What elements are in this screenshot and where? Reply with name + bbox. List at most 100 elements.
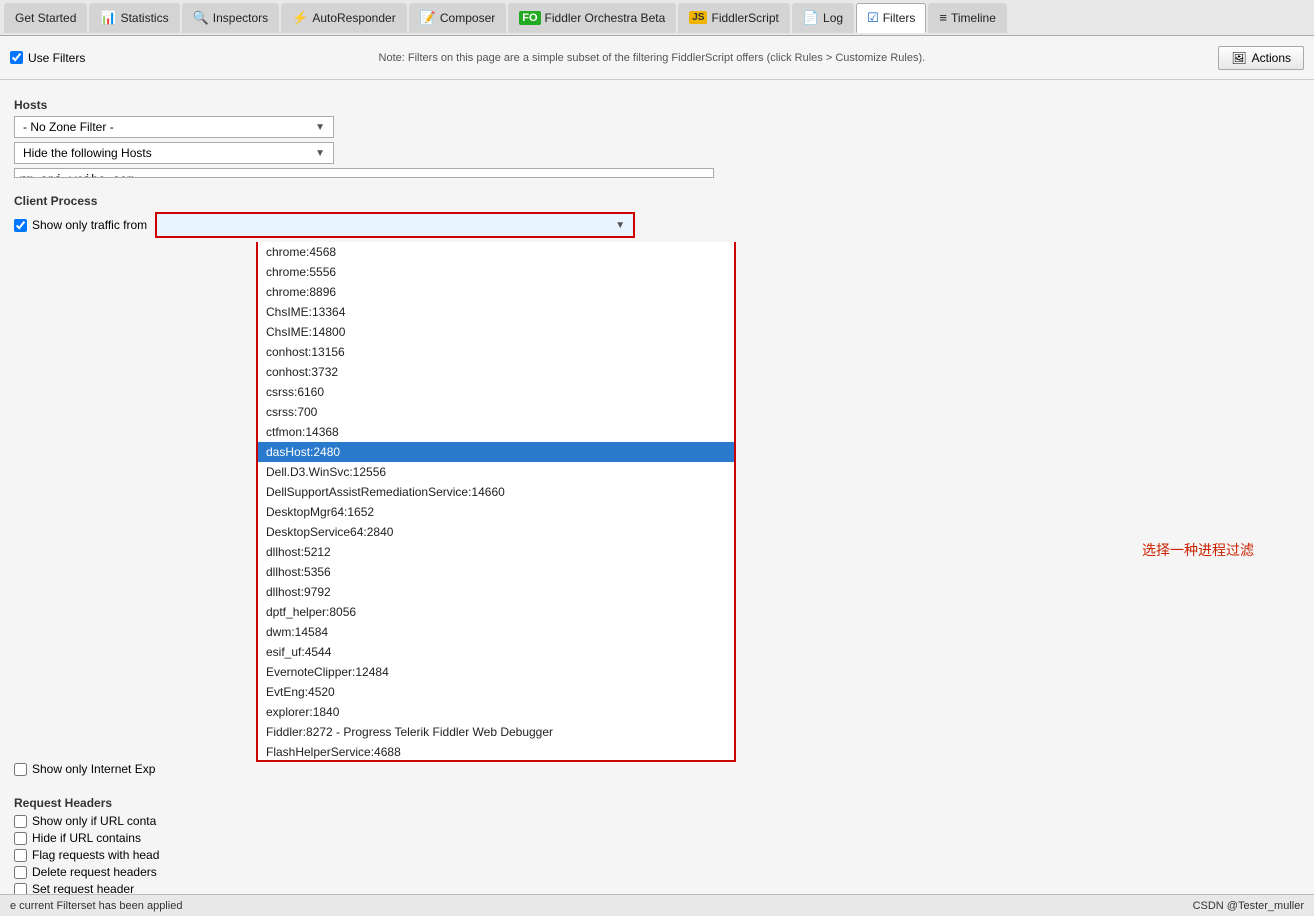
get-started-label: Get Started bbox=[15, 11, 76, 25]
status-bar: e current Filterset has been applied CSD… bbox=[0, 894, 1314, 916]
tab-inspectors[interactable]: 🔍 Inspectors bbox=[182, 3, 280, 33]
use-filters-checkbox[interactable] bbox=[10, 51, 23, 64]
inspectors-icon: 🔍 bbox=[193, 10, 209, 26]
log-icon: 📄 bbox=[803, 10, 819, 26]
autoresponder-icon: ⚡ bbox=[292, 10, 308, 26]
list-item[interactable]: FlashHelperService:4688 bbox=[258, 742, 734, 762]
list-item[interactable]: ChsIME:14800 bbox=[258, 322, 734, 342]
list-item[interactable]: DesktopMgr64:1652 bbox=[258, 502, 734, 522]
list-item[interactable]: dwm:14584 bbox=[258, 622, 734, 642]
fo-icon: FO bbox=[519, 11, 540, 25]
process-dropdown-list[interactable]: chrome:4568chrome:5556chrome:8896ChsIME:… bbox=[256, 242, 736, 762]
flag-requests-label: Flag requests with head bbox=[32, 848, 159, 862]
timeline-icon: ≡ bbox=[939, 10, 947, 25]
actions-label: Actions bbox=[1252, 51, 1291, 65]
tab-timeline[interactable]: ≡ Timeline bbox=[928, 3, 1007, 33]
filters-check-icon: ☑ bbox=[867, 10, 879, 26]
show-traffic-checkbox[interactable] bbox=[14, 219, 27, 232]
autoresponder-label: AutoResponder bbox=[312, 11, 395, 25]
list-item[interactable]: EvernoteClipper:12484 bbox=[258, 662, 734, 682]
use-filters-label[interactable]: Use Filters bbox=[10, 51, 85, 65]
flag-requests-row: Flag requests with head bbox=[14, 848, 1300, 862]
tab-bar: Get Started 📊 Statistics 🔍 Inspectors ⚡ … bbox=[0, 0, 1314, 36]
actions-button[interactable]: 🖼 Actions bbox=[1218, 46, 1304, 70]
url-contains-checkbox[interactable] bbox=[14, 815, 27, 828]
zone-filter-arrow-icon: ▼ bbox=[315, 122, 325, 133]
list-item[interactable]: Dell.D3.WinSvc:12556 bbox=[258, 462, 734, 482]
delete-headers-row: Delete request headers bbox=[14, 865, 1300, 879]
list-item[interactable]: csrss:700 bbox=[258, 402, 734, 422]
tab-get-started[interactable]: Get Started bbox=[4, 3, 87, 33]
dropdown-list-container: chrome:4568chrome:5556chrome:8896ChsIME:… bbox=[14, 242, 1300, 762]
list-item[interactable]: csrss:6160 bbox=[258, 382, 734, 402]
log-label: Log bbox=[823, 11, 843, 25]
list-item[interactable]: dllhost:5356 bbox=[258, 562, 734, 582]
list-item[interactable]: esif_uf:4544 bbox=[258, 642, 734, 662]
client-process-row: Show only traffic from ▼ bbox=[14, 212, 1300, 238]
ie-label: Show only Internet Exp bbox=[32, 762, 155, 776]
tab-filters[interactable]: ☑ Filters bbox=[856, 3, 926, 33]
client-process-label: Client Process bbox=[14, 194, 1300, 208]
list-item[interactable]: conhost:3732 bbox=[258, 362, 734, 382]
list-item[interactable]: Fiddler:8272 - Progress Telerik Fiddler … bbox=[258, 722, 734, 742]
tab-fiddler-orchestra[interactable]: FO Fiddler Orchestra Beta bbox=[508, 3, 676, 33]
process-dropdown[interactable]: ▼ bbox=[155, 212, 635, 238]
url-contains-row: Show only if URL conta bbox=[14, 814, 1300, 828]
callout-annotation: 选择一种进程过滤 bbox=[1142, 540, 1254, 560]
tab-log[interactable]: 📄 Log bbox=[792, 3, 854, 33]
list-item[interactable]: dllhost:9792 bbox=[258, 582, 734, 602]
show-traffic-text: Show only traffic from bbox=[32, 218, 147, 232]
zone-filter-dropdown[interactable]: - No Zone Filter - ▼ bbox=[14, 116, 334, 138]
zone-filter-row: - No Zone Filter - ▼ bbox=[14, 116, 1300, 138]
dropdown-spacer bbox=[14, 242, 256, 762]
ie-checkbox[interactable] bbox=[14, 763, 27, 776]
ie-row: Show only Internet Exp bbox=[14, 762, 1300, 776]
status-left: e current Filterset has been applied bbox=[10, 900, 182, 912]
delete-headers-label: Delete request headers bbox=[32, 865, 157, 879]
fiddlerscript-label: FiddlerScript bbox=[711, 11, 778, 25]
main-content: Hosts - No Zone Filter - ▼ Hide the foll… bbox=[0, 80, 1314, 916]
list-item[interactable]: DesktopService64:2840 bbox=[258, 522, 734, 542]
hide-hosts-label: Hide the following Hosts bbox=[23, 146, 152, 160]
composer-icon: 📝 bbox=[420, 10, 436, 26]
hosts-textarea[interactable]: rm.api.weibo.com bbox=[14, 168, 714, 178]
list-item[interactable]: EvtEng:4520 bbox=[258, 682, 734, 702]
list-item[interactable]: ChsIME:13364 bbox=[258, 302, 734, 322]
hide-url-label: Hide if URL contains bbox=[32, 831, 141, 845]
process-arrow-icon: ▼ bbox=[615, 220, 625, 231]
list-item[interactable]: chrome:5556 bbox=[258, 262, 734, 282]
actions-icon: 🖼 bbox=[1231, 51, 1246, 65]
inspectors-label: Inspectors bbox=[213, 11, 268, 25]
show-traffic-label[interactable]: Show only traffic from bbox=[14, 218, 147, 232]
list-item[interactable]: explorer:1840 bbox=[258, 702, 734, 722]
fiddler-orchestra-label: Fiddler Orchestra Beta bbox=[545, 11, 666, 25]
list-item[interactable]: conhost:13156 bbox=[258, 342, 734, 362]
client-process-section: Client Process Show only traffic from ▼ … bbox=[14, 186, 1300, 784]
list-item[interactable]: chrome:4568 bbox=[258, 242, 734, 262]
request-headers-section: Request Headers Show only if URL conta H… bbox=[14, 788, 1300, 899]
js-icon: JS bbox=[689, 11, 707, 24]
filters-label: Filters bbox=[883, 11, 916, 25]
hide-url-row: Hide if URL contains bbox=[14, 831, 1300, 845]
list-item[interactable]: DellSupportAssistRemediationService:1466… bbox=[258, 482, 734, 502]
list-item[interactable]: dasHost:2480 bbox=[258, 442, 734, 462]
hide-hosts-dropdown[interactable]: Hide the following Hosts ▼ bbox=[14, 142, 334, 164]
statistics-icon: 📊 bbox=[100, 10, 116, 26]
list-item[interactable]: dllhost:5212 bbox=[258, 542, 734, 562]
tab-fiddlerscript[interactable]: JS FiddlerScript bbox=[678, 3, 790, 33]
flag-requests-checkbox[interactable] bbox=[14, 849, 27, 862]
zone-filter-label: - No Zone Filter - bbox=[23, 120, 114, 134]
tab-composer[interactable]: 📝 Composer bbox=[409, 3, 507, 33]
delete-headers-checkbox[interactable] bbox=[14, 866, 27, 879]
toolbar: Use Filters Note: Filters on this page a… bbox=[0, 36, 1314, 80]
list-item[interactable]: ctfmon:14368 bbox=[258, 422, 734, 442]
list-item[interactable]: dptf_helper:8056 bbox=[258, 602, 734, 622]
list-item[interactable]: chrome:8896 bbox=[258, 282, 734, 302]
hide-hosts-row: Hide the following Hosts ▼ bbox=[14, 142, 1300, 164]
hide-url-checkbox[interactable] bbox=[14, 832, 27, 845]
tab-statistics[interactable]: 📊 Statistics bbox=[89, 3, 179, 33]
tab-autoresponder[interactable]: ⚡ AutoResponder bbox=[281, 3, 407, 33]
hosts-section-label: Hosts bbox=[14, 98, 1300, 112]
hide-hosts-arrow-icon: ▼ bbox=[315, 148, 325, 159]
use-filters-text: Use Filters bbox=[28, 51, 85, 65]
